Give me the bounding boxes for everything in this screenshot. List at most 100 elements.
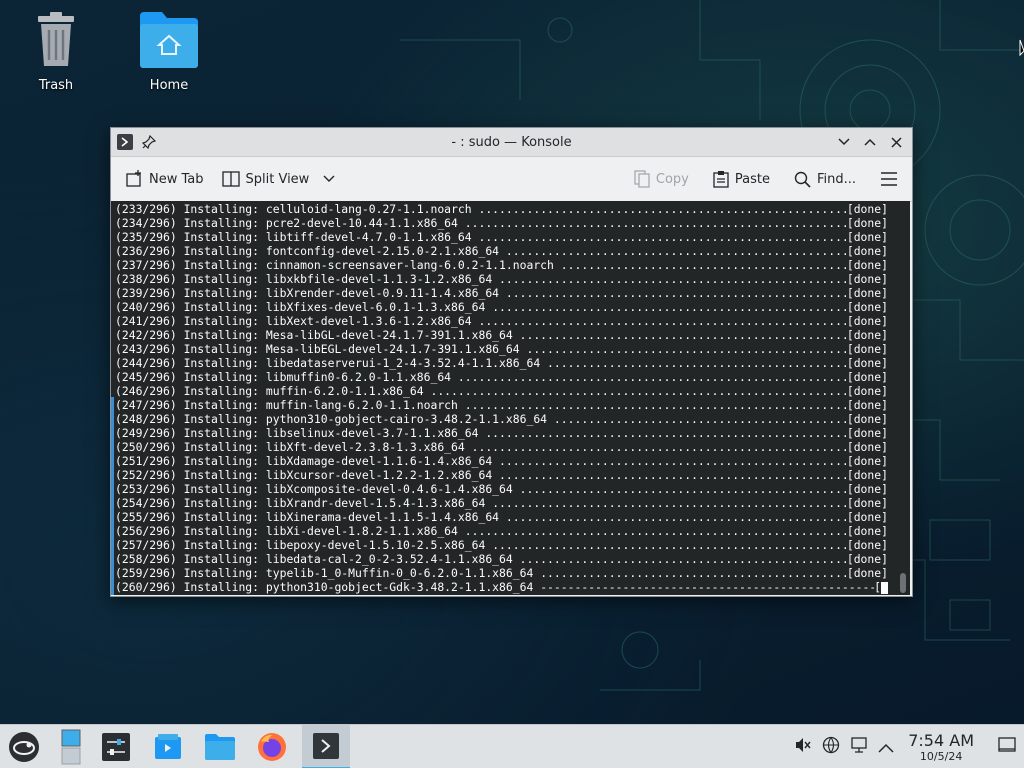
terminal-line: (233/296) Installing: celluloid-lang-0.2… <box>115 202 888 216</box>
split-view-button[interactable]: Split View <box>216 162 342 196</box>
terminal-line-text: (241/296) Installing: libXext-devel-1.3.… <box>115 314 479 328</box>
taskbar-file-manager[interactable] <box>198 725 242 768</box>
firefox-icon <box>258 733 286 761</box>
terminal-line-filler: ........................................… <box>478 314 846 328</box>
desktop-icon-label: Trash <box>38 78 74 93</box>
terminal-line-status: [done] <box>846 426 888 440</box>
terminal-scrollbar[interactable] <box>900 573 906 593</box>
terminal-line-status: [done] <box>846 412 888 426</box>
terminal-line-text: (238/296) Installing: libxkbfile-devel-1… <box>115 272 500 286</box>
terminal-line-status: [done] <box>846 300 888 314</box>
terminal-line-filler: ........................................… <box>492 496 847 510</box>
terminal-line-text: (257/296) Installing: libepoxy-devel-1.5… <box>115 538 493 552</box>
terminal-line-filler: ........................................… <box>519 482 847 496</box>
terminal-line: (253/296) Installing: libXcomposite-deve… <box>115 482 888 496</box>
close-button[interactable] <box>888 134 904 150</box>
new-tab-button[interactable]: New Tab <box>119 162 210 196</box>
terminal-line: (235/296) Installing: libtiff-devel-4.7.… <box>115 230 888 244</box>
desktop-pager[interactable] <box>54 725 88 768</box>
terminal-line-filler: ........................................… <box>499 468 847 482</box>
terminal-line-filler: ----------------------------------------… <box>540 580 875 594</box>
pin-icon[interactable] <box>141 134 157 150</box>
terminal-line: (257/296) Installing: libepoxy-devel-1.5… <box>115 538 888 552</box>
terminal-line-filler: ........................................… <box>499 454 847 468</box>
split-view-icon <box>221 171 240 187</box>
new-tab-label: New Tab <box>149 171 204 187</box>
network-globe-icon[interactable] <box>822 736 840 758</box>
terminal-line-text: (243/296) Installing: Mesa-libEGL-devel-… <box>115 342 527 356</box>
volume-muted-icon[interactable] <box>794 736 812 758</box>
terminal-line-text: (252/296) Installing: libXcursor-devel-1… <box>115 468 500 482</box>
show-desktop-icon[interactable] <box>998 737 1016 757</box>
terminal-line-filler: ........................................… <box>492 300 847 314</box>
terminal-line-text: (234/296) Installing: pcre2-devel-10.44-… <box>115 216 465 230</box>
terminal-view[interactable]: (233/296) Installing: celluloid-lang-0.2… <box>111 201 910 595</box>
trash-icon <box>38 12 74 66</box>
terminal-line-status: [done] <box>846 356 888 370</box>
terminal-line-filler: ........................................… <box>553 412 847 426</box>
terminal-line-text: (242/296) Installing: Mesa-libGL-devel-2… <box>115 328 520 342</box>
paste-label: Paste <box>734 171 770 187</box>
terminal-line: (250/296) Installing: libXft-devel-2.3.8… <box>115 440 888 454</box>
desktop-icon-home[interactable]: Home <box>124 12 214 93</box>
digital-clock[interactable]: 7:54 AM 10/5/24 <box>904 732 978 763</box>
window-titlebar[interactable]: - : sudo — Konsole <box>111 128 912 157</box>
maximize-button[interactable] <box>862 134 878 150</box>
tray-expand-chevron-icon[interactable] <box>878 738 894 757</box>
terminal-line-filler: ........................................… <box>547 356 847 370</box>
taskbar-discover[interactable] <box>146 725 190 768</box>
terminal-line-status: [done] <box>846 328 888 342</box>
find-button[interactable]: Find... <box>788 162 862 196</box>
discover-store-icon <box>155 734 181 759</box>
selection-marker <box>111 397 114 595</box>
file-manager-icon <box>205 734 235 760</box>
taskbar-firefox[interactable] <box>250 725 294 768</box>
terminal-line-status: [done] <box>846 482 888 496</box>
hamburger-menu-button[interactable] <box>874 162 904 196</box>
minimize-button[interactable] <box>836 134 852 150</box>
terminal-line-filler: ........................................… <box>540 566 847 580</box>
chevron-down-icon[interactable] <box>323 175 335 183</box>
konsole-app-icon[interactable] <box>117 134 133 150</box>
terminal-line: (240/296) Installing: libXfixes-devel-6.… <box>115 300 888 314</box>
terminal-line-text: (233/296) Installing: celluloid-lang-0.2… <box>115 202 479 216</box>
terminal-line-text: (258/296) Installing: libedata-cal-2_0-2… <box>115 552 520 566</box>
copy-button[interactable]: Copy <box>628 162 695 196</box>
terminal-line-text: (251/296) Installing: libXdamage-devel-1… <box>115 454 500 468</box>
new-tab-icon <box>126 170 141 187</box>
window-title: - : sudo — Konsole <box>451 134 572 150</box>
terminal-line-status: [done] <box>846 566 888 580</box>
terminal-line: (236/296) Installing: fontconfig-devel-2… <box>115 244 888 258</box>
paste-button[interactable]: Paste <box>707 162 776 196</box>
terminal-line-filler: ........................................… <box>505 286 847 300</box>
terminal-line-status: [done] <box>846 342 888 356</box>
terminal-line-status: [done] <box>846 384 888 398</box>
terminal-line: (248/296) Installing: python310-gobject-… <box>115 412 888 426</box>
terminal-line-status: [done] <box>846 286 888 300</box>
terminal-line: (246/296) Installing: muffin-6.2.0-1.1.x… <box>115 384 888 398</box>
terminal-line-filler: ........................................… <box>499 272 847 286</box>
terminal-line-filler: ........................................… <box>505 244 847 258</box>
system-tray: 7:54 AM 10/5/24 <box>794 732 1024 763</box>
desktop-pager-icon <box>61 729 81 765</box>
terminal-line: (259/296) Installing: typelib-1_0-Muffin… <box>115 566 888 580</box>
folder-home-icon <box>140 12 198 68</box>
terminal-line-text: (255/296) Installing: libXinerama-devel-… <box>115 510 506 524</box>
clock-date: 10/5/24 <box>919 749 963 763</box>
terminal-line-filler: ........................................… <box>464 524 847 538</box>
network-wired-icon[interactable] <box>850 736 868 758</box>
application-launcher[interactable] <box>2 725 46 768</box>
terminal-line-status: [done] <box>846 244 888 258</box>
terminal-line: (238/296) Installing: libxkbfile-devel-1… <box>115 272 888 286</box>
terminal-line-text: (247/296) Installing: muffin-lang-6.2.0-… <box>115 398 465 412</box>
terminal-line-text: (236/296) Installing: fontconfig-devel-2… <box>115 244 506 258</box>
terminal-line-text: (249/296) Installing: libselinux-devel-3… <box>115 426 486 440</box>
terminal-line-filler: ........................................… <box>478 202 846 216</box>
taskbar-system-settings[interactable] <box>94 725 138 768</box>
terminal-line-status: [done] <box>846 202 888 216</box>
terminal-line-filler: ........................................… <box>471 440 847 454</box>
taskbar-konsole[interactable] <box>302 725 350 768</box>
desktop-icon-trash[interactable]: Trash <box>11 12 101 93</box>
terminal-output: (233/296) Installing: celluloid-lang-0.2… <box>115 202 888 594</box>
terminal-line: (255/296) Installing: libXinerama-devel-… <box>115 510 888 524</box>
